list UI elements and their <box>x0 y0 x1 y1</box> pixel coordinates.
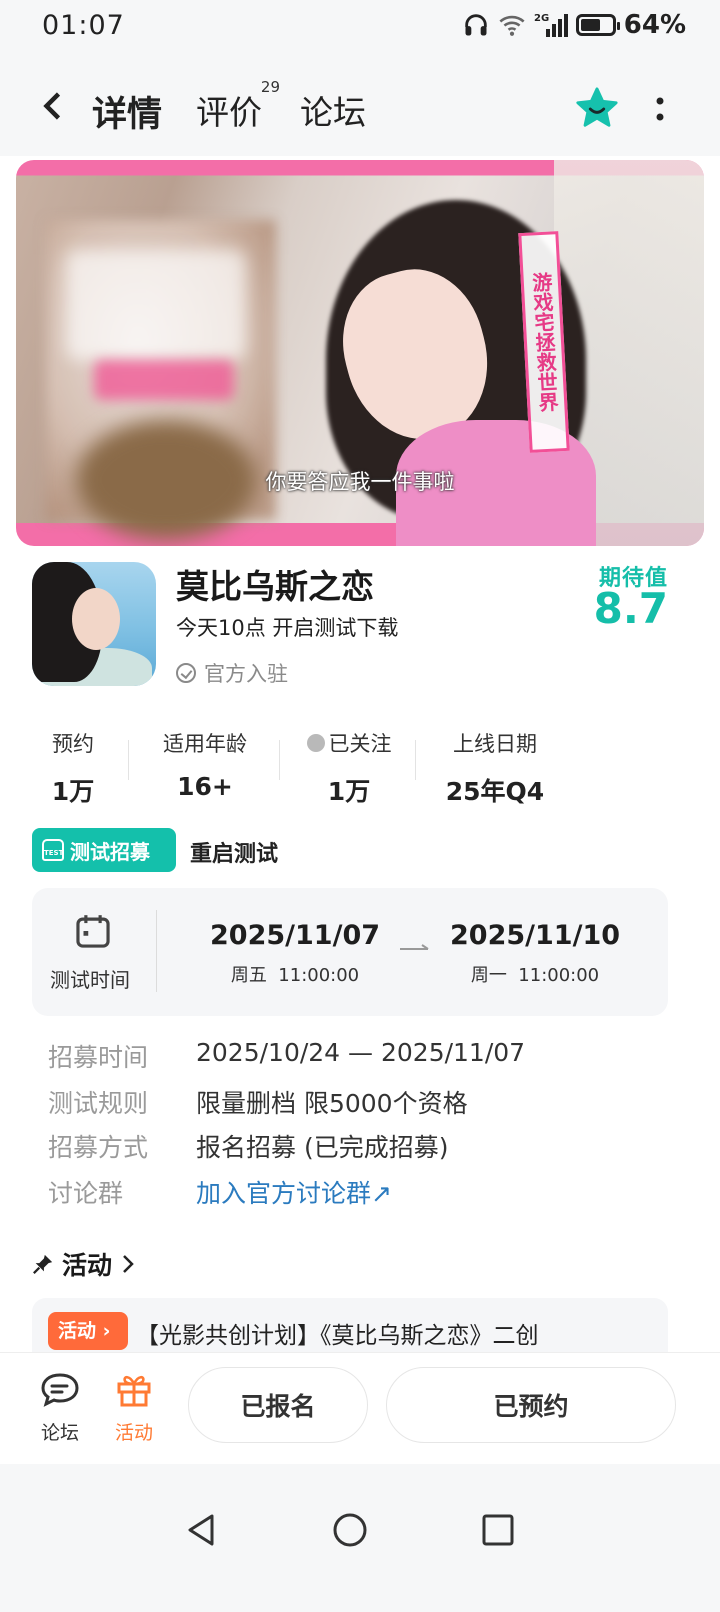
test-time-card: 测试时间 2025/11/07 周五 11:00:00 2025/11/10 周一 … <box>32 888 668 1016</box>
expect-score: 8.7 <box>593 584 668 633</box>
info-discussion-group: 讨论群 加入官方讨论群↗ <box>48 1174 392 1210</box>
stat-age-rating: 适用年龄 16+ <box>163 732 247 801</box>
battery-icon <box>575 14 620 36</box>
bottom-action-bar: 论坛 活动 已报名 已预约 <box>0 1352 720 1464</box>
system-nav-bar <box>0 1464 720 1612</box>
info-test-rules: 测试规则 限量删档 限5000个资格 <box>48 1089 468 1118</box>
game-title: 莫比乌斯之恋 <box>176 567 374 606</box>
review-count-badge: 29 <box>260 78 280 96</box>
banner-subtitle: 你要答应我一件事啦 <box>265 470 455 494</box>
check-circle-icon <box>176 663 196 683</box>
reserved-button[interactable]: 已预约 <box>386 1367 676 1443</box>
info-recruit-method: 招募方式 报名招募 (已完成招募) <box>48 1133 449 1162</box>
promo-banner[interactable]: 游戏宅拯救世界 你要答应我一件事啦 <box>16 160 704 546</box>
more-options-icon[interactable] <box>652 92 668 128</box>
stat-release-date: 上线日期 25年Q4 <box>445 732 545 806</box>
nav-back-icon[interactable] <box>182 1510 222 1550</box>
stat-followed[interactable]: 已关注 1万 <box>296 728 402 808</box>
calendar-icon <box>76 915 110 948</box>
headphones-icon <box>465 14 487 36</box>
activity-section-header[interactable]: 活动 <box>32 1246 136 1282</box>
nav-home-icon[interactable] <box>330 1510 370 1550</box>
forum-button[interactable]: 论坛 <box>30 1371 90 1445</box>
activity-tab-button[interactable]: 活动 <box>104 1371 164 1445</box>
wifi-icon <box>499 15 525 36</box>
status-time: 01:07 <box>42 10 125 41</box>
battery-percent: 64% <box>623 10 686 40</box>
nav-recents-icon[interactable] <box>478 1510 518 1550</box>
info-recruit-time: 招募时间 2025/10/24 — 2025/11/07 <box>48 1038 526 1072</box>
test-recruit-badge: TEST 测试招募 <box>32 828 176 872</box>
game-icon <box>32 562 156 686</box>
activity-text: 【光影共创计划】《莫比乌斯之恋》二创 <box>136 1323 539 1349</box>
status-icons: 2G 64% <box>462 10 686 40</box>
status-bar: 01:07 2G 64% <box>0 0 720 56</box>
test-start: 2025/11/07 周五 11:00:00 <box>210 920 381 986</box>
signed-up-button[interactable]: 已报名 <box>188 1367 368 1443</box>
activity-item[interactable]: 活动 › 【光影共创计划】《莫比乌斯之恋》二创 <box>32 1298 668 1354</box>
tab-review[interactable]: 评价 29 <box>196 78 280 134</box>
signal-icon: 2G <box>534 13 568 37</box>
test-time-label: 测试时间 <box>50 968 130 992</box>
activity-badge: 活动 › <box>48 1312 128 1350</box>
chat-bubble-icon <box>41 1373 79 1407</box>
favorite-star-icon[interactable] <box>574 86 620 132</box>
tab-forum[interactable]: 论坛 <box>300 86 366 134</box>
stat-reservations: 预约 1万 <box>51 732 95 806</box>
pin-icon <box>33 1254 53 1274</box>
chevron-right-icon <box>123 1255 134 1273</box>
test-end: 2025/11/10 周一 11:00:00 <box>450 920 621 986</box>
top-nav: 详情 评价 29 论坛 <box>0 56 720 156</box>
game-subtitle: 今天10点 开启测试下载 <box>176 616 399 640</box>
join-group-link[interactable]: 加入官方讨论群↗ <box>196 1174 392 1210</box>
back-arrow-icon[interactable] <box>36 88 72 124</box>
official-badge: 官方入驻 <box>176 658 288 688</box>
gift-icon <box>117 1375 151 1407</box>
svg-text:2G: 2G <box>534 13 549 24</box>
arrow-right-icon <box>400 944 429 950</box>
test-title: 重启测试 <box>190 842 279 867</box>
test-icon: TEST <box>42 839 64 861</box>
tab-detail[interactable]: 详情 <box>87 86 167 137</box>
heart-icon <box>306 734 325 752</box>
